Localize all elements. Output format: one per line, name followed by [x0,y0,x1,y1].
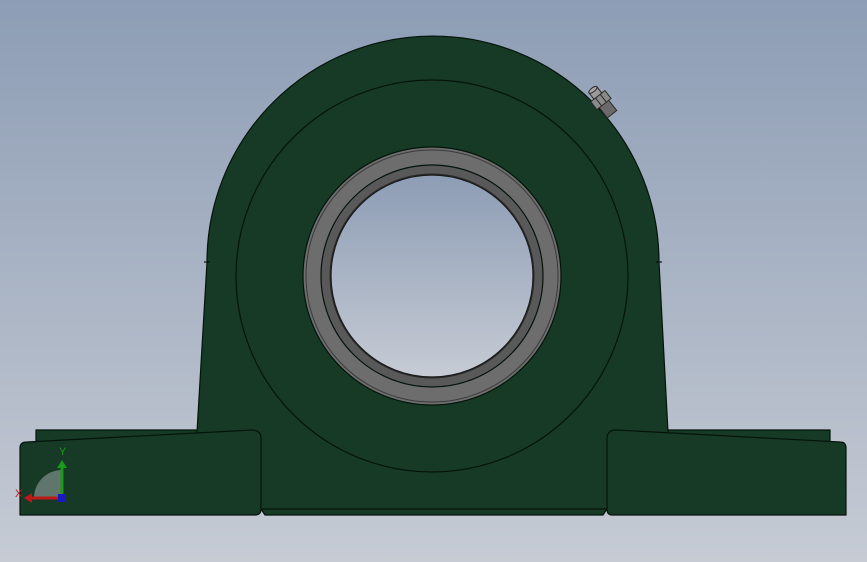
housing-bottom [260,508,608,516]
viewport-canvas[interactable]: Y X [0,0,867,562]
y-axis-label: Y [59,446,67,458]
right-foot [606,429,847,516]
3d-viewport[interactable]: Y X [0,0,867,562]
bore-hole [330,174,534,378]
z-axis-indicator [58,494,66,502]
x-axis-label: X [15,488,23,500]
